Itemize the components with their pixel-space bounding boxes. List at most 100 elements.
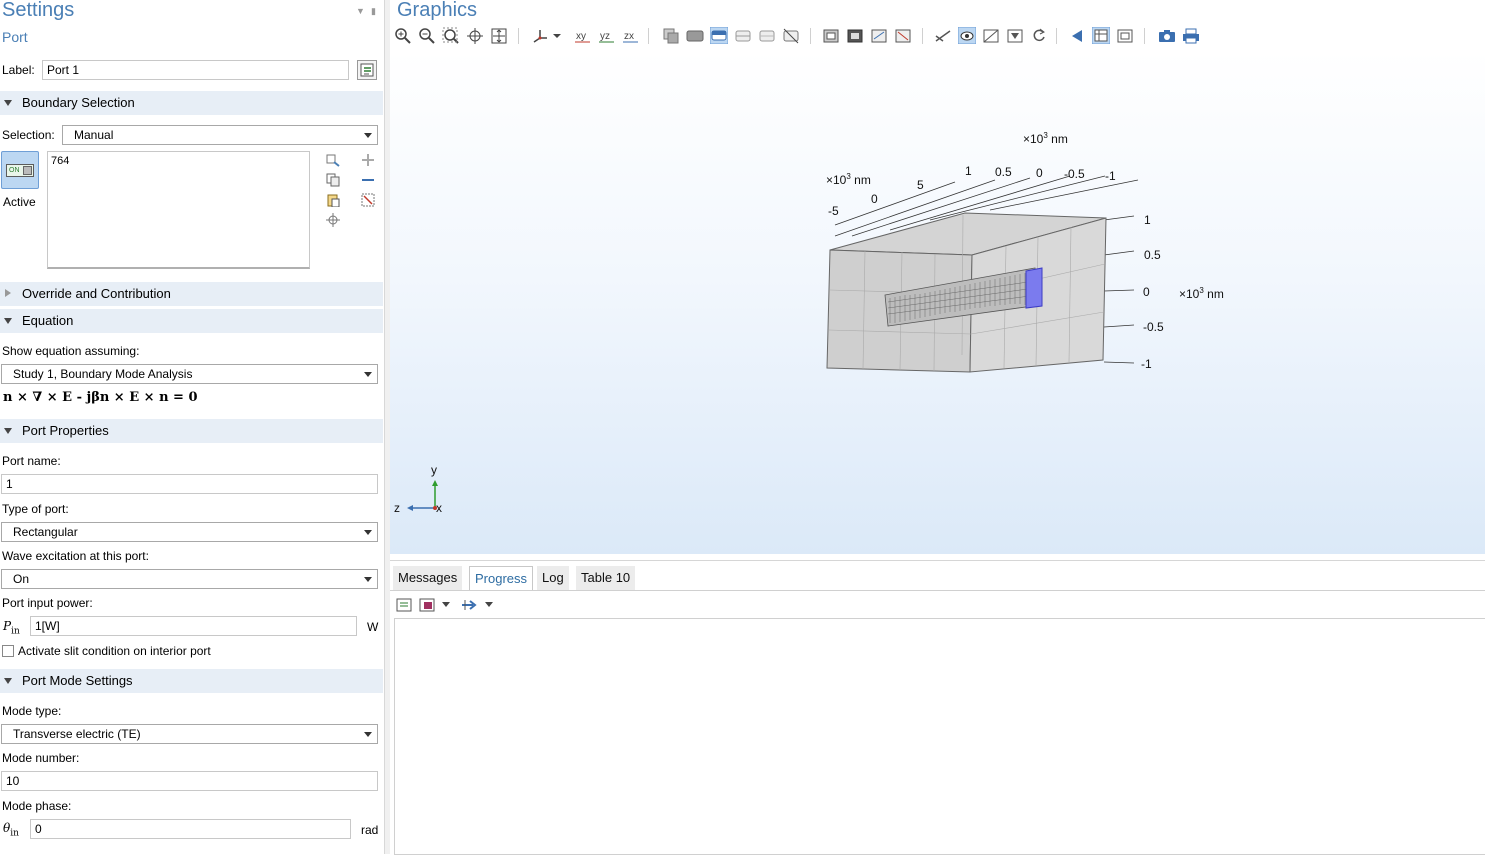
power-symbol-sub: in xyxy=(11,626,20,637)
graphics-title: Graphics xyxy=(397,0,478,21)
wave-excitation-value: On xyxy=(13,572,30,586)
zoom-selected-icon[interactable] xyxy=(466,27,484,44)
select-boundaries-icon[interactable] xyxy=(710,27,728,44)
right-axis-scale: ×103 nm xyxy=(1179,286,1224,301)
svg-text:xy: xy xyxy=(576,31,586,42)
slit-condition-checkbox[interactable] xyxy=(2,645,14,657)
hide-unselected-icon[interactable] xyxy=(846,27,864,44)
list-item[interactable]: 764 xyxy=(51,155,69,167)
go-to-source-icon[interactable] xyxy=(461,598,479,612)
geometry-block[interactable] xyxy=(826,212,1107,373)
select-edges-icon[interactable] xyxy=(734,27,752,44)
mode-type-value: Transverse electric (TE) xyxy=(13,727,141,741)
model-canvas[interactable]: ×103 nm 1 0.5 0 -0.5 -1 ×103 nm 5 0 -5 1… xyxy=(390,50,1485,554)
label-field[interactable]: Port 1 xyxy=(42,60,349,80)
left-tick-0: 0 xyxy=(871,192,878,206)
chevron-down-icon xyxy=(364,530,372,535)
chevron-down-icon xyxy=(364,372,372,377)
port-input-power-field[interactable]: 1[W] xyxy=(30,616,357,636)
port-name-caption: Port name: xyxy=(2,454,61,468)
xy-view-icon[interactable]: xy xyxy=(574,27,592,44)
show-all-icon[interactable] xyxy=(870,27,888,44)
perspective-icon[interactable] xyxy=(1068,27,1086,44)
hide-selected-icon[interactable] xyxy=(822,27,840,44)
section-port-mode-settings[interactable]: Port Mode Settings xyxy=(0,669,383,693)
wave-excitation-caption: Wave excitation at this port: xyxy=(2,549,149,563)
power-symbol: Pin xyxy=(3,619,20,636)
yz-view-icon[interactable]: yz xyxy=(598,27,616,44)
zoom-extents-icon[interactable] xyxy=(490,27,508,44)
study-dropdown[interactable]: Study 1, Boundary Mode Analysis xyxy=(1,364,378,384)
label-settings-button[interactable] xyxy=(357,60,377,80)
progress-settings-icon[interactable] xyxy=(419,598,435,612)
zoom-box-icon[interactable] xyxy=(442,27,460,44)
remove-icon[interactable] xyxy=(361,173,375,187)
graphics-viewport[interactable]: ×103 nm 1 0.5 0 -0.5 -1 ×103 nm 5 0 -5 1… xyxy=(390,50,1485,554)
tab-table-10[interactable]: Table 10 xyxy=(576,566,636,590)
copy-icon[interactable] xyxy=(326,173,340,187)
selected-boundary[interactable] xyxy=(1025,267,1043,309)
active-toggle-button[interactable]: ON xyxy=(1,151,39,189)
select-domains-icon[interactable] xyxy=(686,27,704,44)
mode-type-dropdown[interactable]: Transverse electric (TE) xyxy=(1,724,378,744)
mode-number-field[interactable]: 10 xyxy=(1,771,378,791)
clear-selection-icon[interactable] xyxy=(361,193,375,207)
section-title: Boundary Selection xyxy=(22,95,135,110)
select-none-icon[interactable] xyxy=(782,27,800,44)
reset-hiding-icon[interactable] xyxy=(894,27,912,44)
zoom-in-icon[interactable] xyxy=(394,27,412,44)
type-of-port-dropdown[interactable]: Rectangular xyxy=(1,522,378,542)
right-tick-neg-1: -1 xyxy=(1141,357,1152,371)
select-points-icon[interactable] xyxy=(758,27,776,44)
zoom-to-selection-icon[interactable] xyxy=(326,153,340,167)
progress-log-area[interactable] xyxy=(394,618,1485,855)
port-name-field[interactable]: 1 xyxy=(1,474,378,494)
section-equation[interactable]: Equation xyxy=(0,309,383,333)
section-boundary-selection[interactable]: Boundary Selection xyxy=(0,91,383,115)
reset-view-icon[interactable] xyxy=(1030,27,1048,44)
wave-excitation-dropdown[interactable]: On xyxy=(1,569,378,589)
right-tick-0: 0 xyxy=(1143,285,1150,299)
tab-messages[interactable]: Messages xyxy=(393,566,463,590)
top-tick-neg-1: -1 xyxy=(1105,169,1116,183)
add-icon[interactable] xyxy=(361,153,375,167)
mode-phase-caption: Mode phase: xyxy=(2,799,72,813)
mesh-rendering-icon[interactable] xyxy=(982,27,1000,44)
tab-progress[interactable]: Progress xyxy=(469,566,534,591)
chevron-down-icon[interactable] xyxy=(441,601,451,609)
views-dropdown-icon[interactable] xyxy=(552,27,562,44)
selection-dropdown[interactable]: Manual xyxy=(62,125,378,145)
panel-subtitle: Port xyxy=(2,29,28,45)
section-override-contribution[interactable]: Override and Contribution xyxy=(0,282,383,306)
left-tick-neg-5: -5 xyxy=(828,204,839,218)
zx-view-icon[interactable]: zx xyxy=(622,27,640,44)
grid-icon[interactable] xyxy=(1116,27,1134,44)
right-tick-0-5: 0.5 xyxy=(1144,248,1161,262)
create-selection-icon[interactable] xyxy=(326,213,340,227)
wireframe-icon[interactable] xyxy=(934,27,952,44)
chevron-down-icon[interactable] xyxy=(484,601,494,609)
views-icon[interactable] xyxy=(531,27,549,44)
active-label: Active xyxy=(3,195,36,209)
clear-log-icon[interactable] xyxy=(396,598,412,612)
pin-icon[interactable]: ▮ xyxy=(371,6,376,17)
mode-phase-field[interactable]: 0 xyxy=(30,819,351,839)
panel-menu-icon[interactable]: ▼ xyxy=(356,6,365,16)
selection-list[interactable]: 764 xyxy=(47,151,310,269)
paste-icon[interactable] xyxy=(326,193,340,207)
graphics-header: Graphics xy yz zx xyxy=(390,0,1485,50)
print-icon[interactable] xyxy=(1182,27,1200,44)
grid-axes-icon[interactable] xyxy=(1092,27,1110,44)
selection-caption: Selection: xyxy=(2,128,55,142)
slit-condition-label: Activate slit condition on interior port xyxy=(18,644,211,658)
tab-log[interactable]: Log xyxy=(537,566,569,590)
chevron-down-icon xyxy=(364,133,372,138)
study-value: Study 1, Boundary Mode Analysis xyxy=(13,367,193,381)
triad-z-label: z xyxy=(394,501,400,515)
image-snapshot-icon[interactable] xyxy=(1158,27,1176,44)
zoom-out-icon[interactable] xyxy=(418,27,436,44)
transparency-icon[interactable] xyxy=(958,27,976,44)
select-objects-icon[interactable] xyxy=(662,27,680,44)
scene-light-icon[interactable] xyxy=(1006,27,1024,44)
section-port-properties[interactable]: Port Properties xyxy=(0,419,383,443)
